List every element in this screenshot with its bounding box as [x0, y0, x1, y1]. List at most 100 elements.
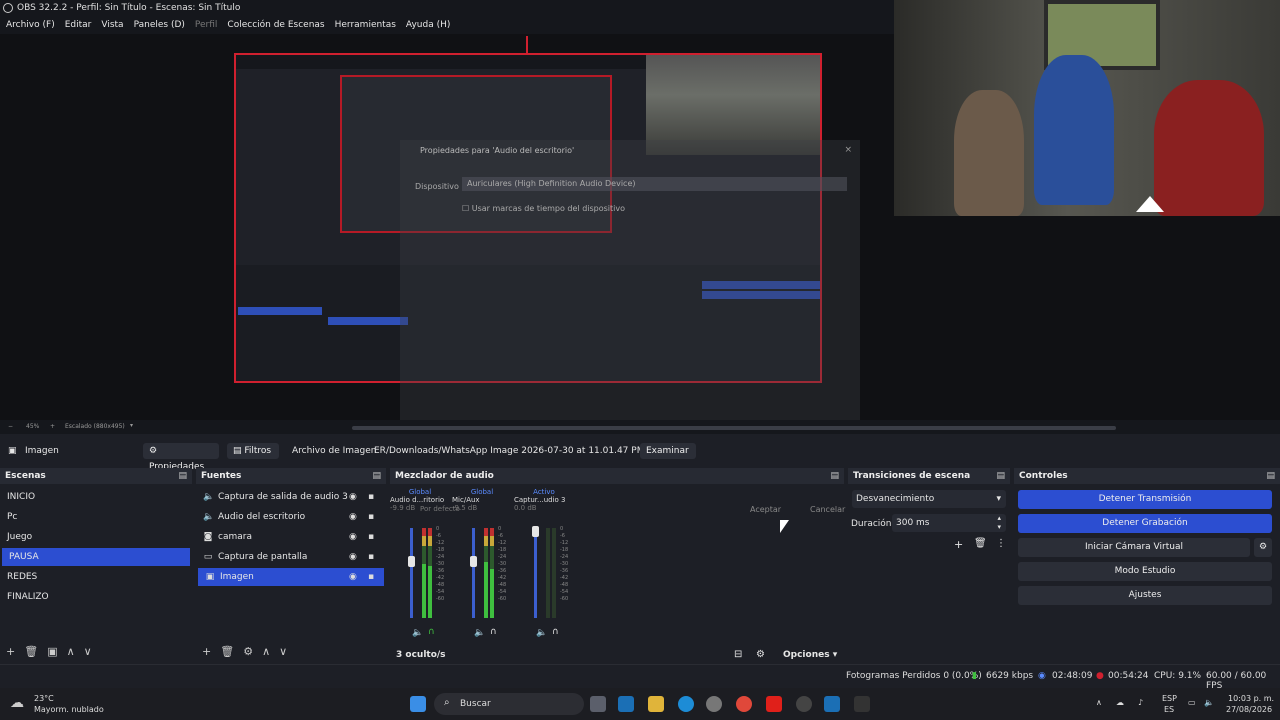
steam-icon[interactable] — [618, 696, 634, 712]
zoom-in-button[interactable]: + — [50, 423, 55, 430]
gear-icon[interactable]: ⚙ — [1254, 538, 1272, 557]
scene-item[interactable]: INICIO — [0, 488, 192, 506]
down-icon[interactable]: ∨ — [84, 645, 92, 658]
studio-mode-button[interactable]: Modo Estudio — [1018, 562, 1272, 581]
rotation-handle[interactable] — [526, 36, 528, 53]
search-box[interactable]: ⌕ Buscar — [434, 693, 584, 715]
source-item[interactable]: 🔈 Audio del escritorio ◉ ▪ — [196, 508, 386, 526]
settings-icon[interactable] — [706, 696, 722, 712]
up-icon[interactable]: ∧ — [67, 645, 75, 658]
monitor-audio-icon[interactable]: ∩ — [490, 627, 497, 637]
scene-item[interactable]: Juego — [0, 528, 192, 546]
chevron-up-icon[interactable]: ∧ — [1096, 698, 1102, 707]
windows-start-icon[interactable] — [410, 696, 426, 712]
network-icon[interactable]: ▭ — [1188, 698, 1196, 707]
more-icon[interactable]: ⋮ — [996, 538, 1006, 549]
volume-slider[interactable] — [534, 528, 537, 618]
channel-name[interactable]: Mic/Aux — [452, 496, 512, 504]
duration-spinbox[interactable]: 300 ms ▴ ▾ — [892, 514, 1006, 532]
weather-desc[interactable]: Mayorm. nublado — [34, 705, 104, 714]
chevron-down-icon[interactable]: ▾ — [130, 422, 133, 429]
scene-item[interactable]: Pc — [0, 508, 192, 526]
up-icon[interactable]: ∧ — [262, 645, 270, 658]
file-path-field[interactable]: ER/Downloads/WhatsApp Image 2026-07-30 a… — [374, 443, 667, 459]
volume-icon[interactable]: 🔈 — [1204, 698, 1214, 707]
defaults-button[interactable]: Por defecto — [420, 505, 460, 513]
dock-menu-icon[interactable]: ▤ — [996, 468, 1005, 484]
obs-icon[interactable] — [796, 696, 812, 712]
settings-button[interactable]: Ajustes — [1018, 586, 1272, 605]
scene-item[interactable]: FINALIZO — [0, 588, 192, 606]
menu-file[interactable]: Archivo (F) — [6, 20, 55, 30]
cancel-button[interactable]: Cancelar — [810, 505, 845, 514]
headphones-icon[interactable]: ∩ — [428, 627, 435, 637]
menu-view[interactable]: Vista — [101, 20, 123, 30]
stop-recording-button[interactable]: Detener Grabación — [1018, 514, 1272, 533]
channel-name[interactable]: Audio d...ritorio — [390, 496, 450, 504]
cloud-icon[interactable]: ☁ — [1116, 698, 1124, 707]
add-icon[interactable]: + — [202, 645, 211, 658]
menu-help[interactable]: Ayuda (H) — [406, 20, 450, 30]
eye-icon[interactable]: ◉ — [349, 508, 357, 526]
mic-icon[interactable]: ♪ — [1138, 698, 1143, 707]
lang-bottom[interactable]: ES — [1164, 705, 1174, 714]
task-view-icon[interactable] — [590, 696, 606, 712]
timestamps-checkbox[interactable]: ☐ Usar marcas de tiempo del dispositivo — [462, 204, 625, 213]
eye-icon[interactable]: ◉ — [349, 488, 357, 506]
add-icon[interactable]: + — [954, 538, 963, 551]
trash-icon[interactable]: 🗑 — [220, 645, 234, 658]
speaker-icon[interactable]: 🔈 — [536, 628, 547, 638]
down-icon[interactable]: ∨ — [279, 645, 287, 658]
properties-button[interactable]: ⚙ Propiedades — [143, 443, 219, 472]
steam-icon[interactable] — [824, 696, 840, 712]
stop-streaming-button[interactable]: Detener Transmisión — [1018, 490, 1272, 509]
dock-menu-icon[interactable]: ▤ — [178, 468, 187, 484]
layout-icon[interactable]: ⊟ — [734, 649, 742, 660]
start-virtual-camera-button[interactable]: Iniciar Cámara Virtual — [1018, 538, 1250, 557]
menu-scene-collection[interactable]: Colección de Escenas — [227, 20, 324, 30]
speaker-icon[interactable]: 🔈 — [412, 628, 423, 638]
chrome-icon[interactable] — [736, 696, 752, 712]
youtube-icon[interactable] — [766, 696, 782, 712]
lang-top[interactable]: ESP — [1162, 694, 1177, 703]
lock-icon[interactable]: ▪ — [368, 548, 374, 566]
clock-date[interactable]: 27/08/2026 — [1226, 705, 1272, 714]
trash-icon[interactable]: 🗑 — [24, 645, 38, 658]
filters-button[interactable]: ▤ Filtros — [227, 443, 279, 459]
lock-icon[interactable]: ▪ — [368, 528, 374, 546]
menu-tools[interactable]: Herramientas — [335, 20, 396, 30]
volume-slider[interactable] — [410, 528, 413, 618]
transition-select[interactable]: Desvanecimiento ▾ — [852, 490, 1006, 508]
zoom-out-button[interactable]: − — [8, 423, 13, 430]
weather-temp[interactable]: 23°C — [34, 694, 54, 703]
eye-icon[interactable]: ◉ — [349, 568, 357, 586]
app-icon[interactable] — [854, 696, 870, 712]
volume-slider[interactable] — [472, 528, 475, 618]
channel-name[interactable]: Captur...udio 3 — [514, 496, 574, 504]
trash-icon[interactable]: 🗑 — [974, 538, 987, 549]
volume-knob[interactable] — [532, 526, 539, 537]
add-icon[interactable]: + — [6, 645, 15, 658]
speaker-icon[interactable]: 🔈 — [474, 628, 485, 638]
menu-edit[interactable]: Editar — [65, 20, 92, 30]
preview-scrollbar[interactable] — [352, 426, 1116, 430]
dock-menu-icon[interactable]: ▤ — [372, 468, 381, 484]
eye-icon[interactable]: ◉ — [349, 528, 357, 546]
filter-icon[interactable]: ▣ — [47, 645, 57, 658]
dock-menu-icon[interactable]: ▤ — [1266, 468, 1275, 484]
device-select[interactable]: Auriculares (High Definition Audio Devic… — [462, 177, 847, 191]
edge-icon[interactable] — [678, 696, 694, 712]
source-item[interactable]: ◙ camara ◉ ▪ — [196, 528, 386, 546]
options-button[interactable]: Opciones ▾ — [783, 650, 837, 660]
lock-icon[interactable]: ▪ — [368, 488, 374, 506]
lock-icon[interactable]: ▪ — [368, 568, 374, 586]
menu-docks[interactable]: Paneles (D) — [134, 20, 185, 30]
source-item[interactable]: 🔈 Captura de salida de audio 3 ◉ ▪ — [196, 488, 386, 506]
volume-knob[interactable] — [408, 556, 415, 567]
scene-item-selected[interactable]: PAUSA — [2, 548, 190, 566]
browse-button[interactable]: Examinar — [640, 443, 696, 459]
volume-knob[interactable] — [470, 556, 477, 567]
monitor-audio-icon[interactable]: ∩ — [552, 627, 559, 637]
file-explorer-icon[interactable] — [648, 696, 664, 712]
accept-button[interactable]: Aceptar — [750, 505, 781, 514]
